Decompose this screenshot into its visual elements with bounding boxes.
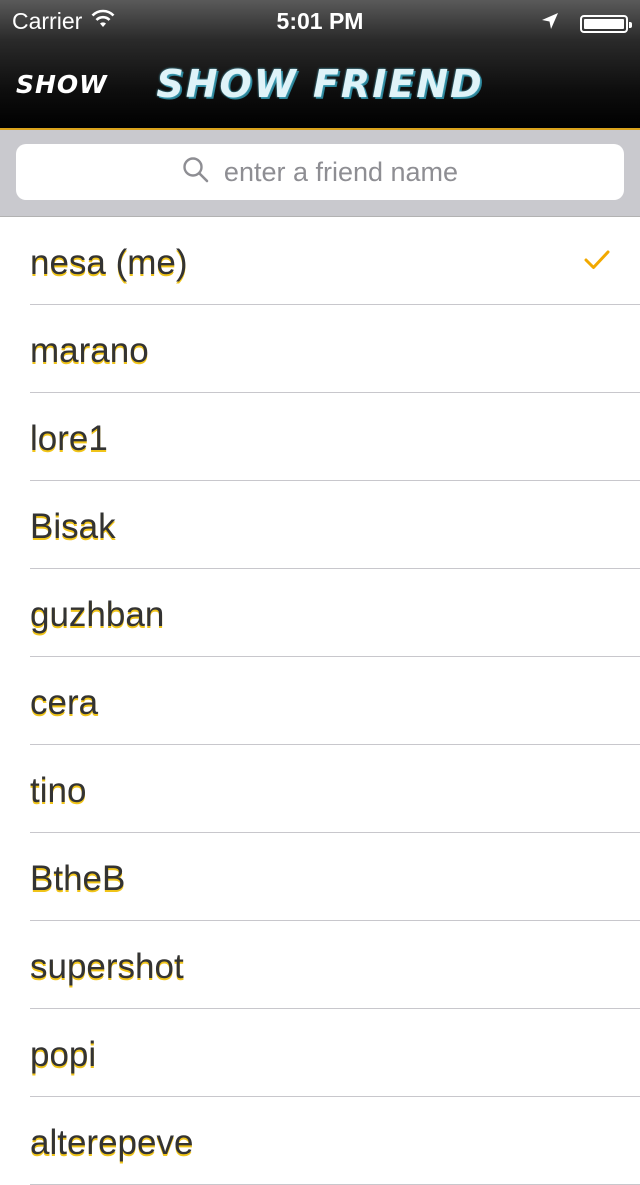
friend-name: tino [30, 771, 87, 810]
friend-name: marano [30, 331, 149, 370]
search-bar: enter a friend name [0, 130, 640, 217]
friend-list: nesa (me) marano lore1 Bisak guzhban cera tino… [0, 217, 640, 1185]
navigation-bar: Carrier 5:01 PM Show Show Friend [0, 0, 640, 128]
friend-name: supershot [30, 947, 184, 986]
checkmark-icon [584, 245, 610, 279]
search-placeholder: enter a friend name [223, 156, 459, 187]
search-icon [182, 156, 210, 189]
friend-name: guzhban [30, 595, 165, 634]
status-right-group [540, 10, 632, 37]
friend-name: BtheB [30, 859, 126, 898]
friend-name: Bisak [30, 507, 116, 546]
friend-row[interactable]: guzhban [30, 569, 640, 657]
friend-row[interactable]: marano [30, 305, 640, 393]
friend-row[interactable]: BtheB [30, 833, 640, 921]
friend-name: lore1 [30, 419, 108, 458]
friend-row[interactable]: tino [30, 745, 640, 833]
status-bar: Carrier 5:01 PM [0, 0, 640, 40]
battery-icon [580, 14, 632, 33]
search-input[interactable]: enter a friend name [16, 144, 624, 200]
friend-row[interactable]: alterepeve [30, 1097, 640, 1185]
friend-row[interactable]: Bisak [30, 481, 640, 569]
battery-fill [584, 18, 624, 29]
friend-name: alterepeve [30, 1123, 194, 1162]
friend-name: nesa (me) [30, 243, 188, 282]
page-title: Show Friend [156, 62, 484, 106]
friend-name: popi [30, 1035, 97, 1074]
battery-tip [629, 21, 632, 28]
location-arrow-icon [540, 10, 560, 37]
friend-row[interactable]: nesa (me) [30, 217, 640, 305]
friend-row[interactable]: cera [30, 657, 640, 745]
friend-row[interactable]: popi [30, 1009, 640, 1097]
friend-row[interactable]: supershot [30, 921, 640, 1009]
friend-row[interactable]: lore1 [30, 393, 640, 481]
friend-name: cera [30, 683, 99, 722]
